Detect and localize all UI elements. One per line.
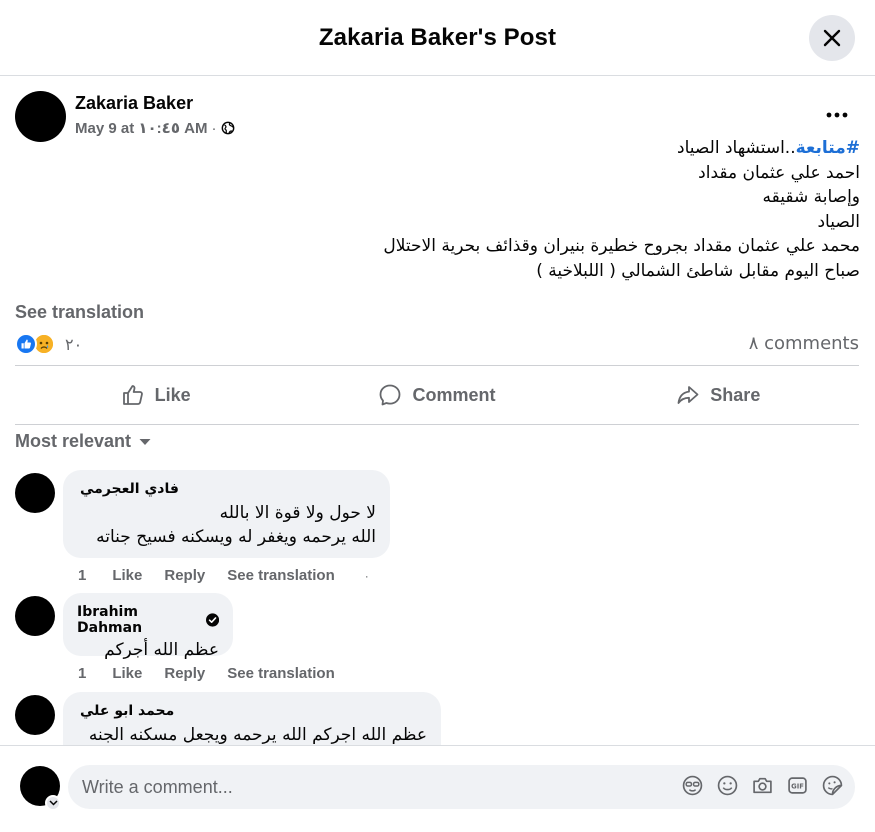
comment-composer: GIF	[0, 745, 875, 832]
meta-separator: ·	[211, 119, 217, 137]
post-line-6: صباح اليوم مقابل شاطئ الشمالي ( اللبلاخي…	[536, 260, 860, 281]
commenter-name[interactable]: Ibrahim Dahman	[77, 604, 200, 636]
post-body: #متابعة..استشهاد الصياد احمد علي عثمان م…	[300, 136, 860, 284]
composer-tools: GIF	[682, 775, 843, 796]
see-translation-link[interactable]: See translation	[15, 302, 144, 323]
share-button[interactable]: Share	[578, 366, 859, 424]
share-icon	[677, 386, 699, 404]
comment-button[interactable]: Comment	[296, 366, 577, 424]
svg-text:GIF: GIF	[791, 783, 804, 791]
globe-icon[interactable]	[221, 121, 235, 135]
commenter-name[interactable]: محمد ابو علي	[80, 703, 427, 719]
post-line-4: الصياد	[817, 211, 860, 232]
comment-time[interactable]: 1	[78, 567, 86, 584]
comment-reply-button[interactable]: Reply	[164, 567, 205, 584]
thumbs-up-icon	[122, 385, 143, 405]
more-options-button[interactable]	[825, 103, 849, 127]
comment-input-box[interactable]: GIF	[68, 765, 855, 809]
post-actions-bar: Like Comment Share	[15, 365, 859, 425]
author-name[interactable]: Zakaria Baker	[75, 93, 193, 114]
post-line-1: #متابعة..استشهاد الصياد	[677, 138, 860, 158]
comment-text-line: لا حول ولا قوة الا بالله	[219, 503, 376, 523]
comment-icon	[380, 384, 401, 406]
comment-text-line: عظم الله أجركم	[104, 640, 219, 660]
comment-reply-button[interactable]: Reply	[164, 665, 205, 682]
dialog-title: Zakaria Baker's Post	[318, 23, 557, 51]
commenter-avatar[interactable]	[15, 596, 55, 636]
comment-like-button[interactable]: Like	[112, 665, 142, 682]
commenter-name-row: Ibrahim Dahman	[77, 604, 219, 636]
comment-bubble: فادي العجرمي لا حول ولا قوة الا بالله ال…	[63, 470, 390, 558]
close-icon	[823, 29, 841, 47]
comment-input[interactable]	[82, 776, 642, 798]
like-reaction-icon	[15, 333, 37, 355]
comment-translate-button[interactable]: See translation	[227, 567, 335, 584]
comment-sort-dropdown[interactable]: Most relevant	[15, 431, 151, 452]
comment-text-line: عظم الله اجركم الله يرحمه ويجعل مسكنه ال…	[88, 725, 427, 745]
caret-down-icon	[139, 438, 151, 445]
comment-time[interactable]: 1	[78, 665, 86, 682]
gif-icon[interactable]: GIF	[787, 775, 808, 796]
commenter-avatar[interactable]	[15, 473, 55, 513]
comment-bubble: محمد ابو علي عظم الله اجركم الله يرحمه و…	[63, 692, 441, 745]
emoji-icon[interactable]	[717, 775, 738, 796]
comment-label: Comment	[412, 384, 496, 405]
author-avatar[interactable]	[15, 91, 66, 142]
reactions-summary[interactable]: ٢٠	[15, 333, 82, 355]
comments-list: فادي العجرمي لا حول ولا قوة الا بالله ال…	[0, 460, 875, 745]
post-meta: May 9 at ١٠:٤٥ AM ·	[75, 119, 235, 137]
comment-actions: 1 Like Reply See translation ·	[78, 567, 369, 584]
comment-translate-button[interactable]: See translation	[227, 665, 335, 682]
commenter-avatar[interactable]	[15, 695, 55, 735]
dialog-header: Zakaria Baker's Post	[0, 0, 875, 76]
avatar-sticker-icon[interactable]	[682, 775, 703, 796]
post-line-2: احمد علي عثمان مقداد	[698, 162, 860, 183]
post-line-3: وإصابة شقيقه	[762, 187, 860, 208]
post-line-5: محمد علي عثمان مقداد بجروح خطيرة بنيران …	[383, 236, 860, 257]
like-label: Like	[154, 384, 191, 405]
reaction-count: ٢٠	[65, 334, 83, 354]
comment-like-button[interactable]: Like	[112, 567, 142, 584]
sort-label: Most relevant	[15, 431, 132, 451]
post-time[interactable]: May 9 at ١٠:٤٥ AM	[75, 119, 208, 137]
comment-actions: 1 Like Reply See translation	[78, 665, 335, 682]
close-button[interactable]	[809, 15, 855, 61]
comment-bubble: Ibrahim Dahman عظم الله أجركم	[63, 593, 233, 660]
chevron-down-icon[interactable]	[45, 795, 61, 811]
share-label: Share	[710, 384, 761, 405]
commenter-name[interactable]: فادي العجرمي	[80, 481, 376, 497]
comment-separator: ·	[364, 568, 369, 583]
comments-count-link[interactable]: ٨ comments	[749, 333, 859, 354]
hashtag-link[interactable]: #متابعة	[796, 138, 860, 158]
like-button[interactable]: Like	[15, 366, 296, 424]
camera-icon[interactable]	[752, 775, 773, 796]
more-icon	[826, 112, 848, 118]
comment-text-line: الله يرحمه ويغفر له ويسكنه فسيح جناته	[96, 527, 376, 547]
sticker-icon[interactable]	[822, 775, 843, 796]
verified-badge-icon	[205, 613, 219, 627]
